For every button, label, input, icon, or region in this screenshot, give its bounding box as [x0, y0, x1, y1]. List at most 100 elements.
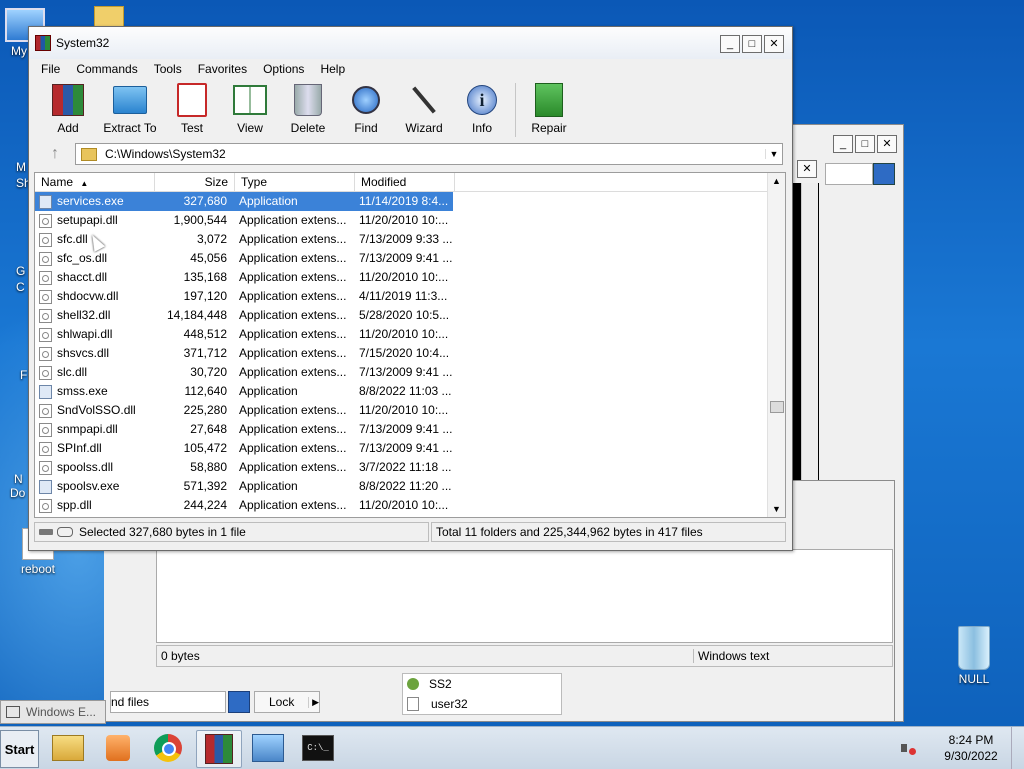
file-type: Application extens... — [239, 308, 347, 322]
file-row[interactable]: sfc.dll 3,072 Application extens... 7/13/20… — [35, 230, 785, 249]
file-modified: 3/7/2022 11:18 ... — [359, 460, 452, 474]
test-button[interactable]: Test — [163, 83, 221, 135]
find-button[interactable]: Find — [337, 83, 395, 135]
maximize-button[interactable]: □ — [855, 135, 875, 153]
desktop-icon-label: NULL — [958, 672, 990, 686]
minimize-button[interactable]: _ — [833, 135, 853, 153]
file-row[interactable]: sfc_os.dll 45,056 Application extens... 7/1… — [35, 249, 785, 268]
file-row[interactable]: services.exe 327,680 Application 11/14/2019… — [35, 192, 785, 211]
menu-commands[interactable]: Commands — [68, 60, 145, 78]
menu-tools[interactable]: Tools — [146, 60, 190, 78]
minimized-task-windows-explorer[interactable]: Windows E... — [0, 700, 106, 724]
view-button[interactable]: View — [221, 83, 279, 135]
file-name-cell: slc.dll — [35, 363, 153, 382]
desktop-icon-recycle-bin[interactable]: NULL — [939, 626, 1009, 686]
file-row[interactable]: shell32.dll 14,184,448 Application extens.… — [35, 306, 785, 325]
info-label: Info — [471, 121, 492, 135]
file-row[interactable]: SndVolSSO.dll 225,280 Application extens..… — [35, 401, 785, 420]
taskbar-app-media-player[interactable] — [96, 730, 140, 766]
dll-file-icon — [39, 498, 52, 513]
menu-favorites[interactable]: Favorites — [190, 60, 255, 78]
lock-button[interactable]: Lock ▶ — [254, 691, 320, 713]
file-row[interactable]: shdocvw.dll 197,120 Application extens... 4… — [35, 287, 785, 306]
folder-icon — [81, 147, 97, 161]
list-item[interactable]: SS2 — [403, 674, 561, 694]
repair-button[interactable]: Repair — [520, 83, 578, 135]
search-icon[interactable] — [228, 691, 250, 713]
vertical-scrollbar[interactable]: ▲ ▼ — [767, 173, 785, 517]
volume-muted-icon[interactable] — [901, 741, 917, 755]
file-row[interactable]: spp.dll 244,224 Application extens... 11/20… — [35, 496, 785, 515]
info-button[interactable]: i Info — [453, 83, 511, 135]
minimize-button[interactable]: _ — [720, 35, 740, 53]
maximize-button[interactable]: □ — [742, 35, 762, 53]
file-type: Application extens... — [239, 441, 347, 455]
taskbar: Start C:\_ 8:24 PM 9/30/2022 — [0, 726, 1024, 769]
file-size: 1,900,544 — [173, 213, 227, 227]
taskbar-app-winrar[interactable] — [196, 730, 242, 768]
taskbar-app-control-panel[interactable] — [246, 730, 290, 766]
file-name: spp.dll — [57, 498, 92, 512]
search-icon[interactable] — [873, 163, 895, 185]
taskbar-app-explorer[interactable] — [46, 730, 90, 766]
column-size-header[interactable]: Size — [155, 173, 235, 191]
chevron-down-icon[interactable]: ▼ — [765, 149, 782, 159]
close-button[interactable]: ✕ — [764, 35, 784, 53]
scroll-up-icon[interactable]: ▲ — [768, 173, 785, 189]
extract-to-button[interactable]: Extract To — [97, 83, 163, 135]
wizard-button[interactable]: Wizard — [395, 83, 453, 135]
file-modified: 7/13/2009 9:41 ... — [359, 422, 453, 436]
taskbar-app-chrome[interactable] — [146, 730, 190, 766]
scroll-down-icon[interactable]: ▼ — [768, 501, 785, 517]
test-icon — [175, 83, 209, 117]
taskbar-app-cmd[interactable]: C:\_ — [296, 730, 340, 766]
path-field[interactable]: C:\Windows\System32 ▼ — [75, 143, 783, 165]
desktop-partial-label: M — [16, 160, 26, 174]
show-desktop-button[interactable] — [1011, 727, 1024, 769]
winrar-window[interactable]: System32 _ □ ✕ File Commands Tools Favor… — [28, 26, 793, 551]
file-modified: 11/20/2010 10:... — [359, 270, 449, 284]
search-field[interactable]: nd files — [110, 691, 226, 713]
close-button[interactable]: ✕ — [877, 135, 897, 153]
add-button[interactable]: Add — [39, 83, 97, 135]
scroll-thumb[interactable] — [770, 401, 784, 413]
file-row[interactable]: smss.exe 112,640 Application 8/8/2022 11:03… — [35, 382, 785, 401]
file-modified: 11/20/2010 10:... — [359, 213, 449, 227]
file-row[interactable]: slc.dll 30,720 Application extens... 7/13/2… — [35, 363, 785, 382]
menu-options[interactable]: Options — [255, 60, 312, 78]
clock-date: 9/30/2022 — [944, 749, 998, 763]
close-icon[interactable]: ✕ — [797, 160, 817, 178]
file-modified: 7/13/2009 9:41 ... — [359, 251, 453, 265]
column-type-header[interactable]: Type — [235, 173, 355, 191]
key-icon — [57, 527, 73, 537]
start-button[interactable]: Start — [0, 730, 39, 768]
file-row[interactable]: SPInf.dll 105,472 Application extens... 7/1… — [35, 439, 785, 458]
file-name: shsvcs.dll — [57, 346, 110, 360]
file-size: 327,680 — [153, 192, 233, 211]
delete-button[interactable]: Delete — [279, 83, 337, 135]
status-selection-text: Selected 327,680 bytes in 1 file — [79, 525, 246, 539]
wizard-label: Wizard — [405, 121, 443, 135]
up-arrow-icon[interactable]: ↑ — [35, 145, 75, 163]
file-row[interactable]: spoolsv.exe 571,392 Application 8/8/2022 11… — [35, 477, 785, 496]
file-name-cell: shlwapi.dll — [35, 325, 153, 344]
search-box[interactable] — [825, 163, 873, 185]
file-row[interactable]: spoolss.dll 58,880 Application extens... 3/… — [35, 458, 785, 477]
column-name-header[interactable]: Name ▲ — [35, 173, 155, 191]
file-row[interactable]: shsvcs.dll 371,712 Application extens... 7/… — [35, 344, 785, 363]
list-item[interactable]: user32 — [403, 694, 561, 714]
menu-help[interactable]: Help — [312, 60, 353, 78]
file-row[interactable]: snmpapi.dll 27,648 Application extens... 7/… — [35, 420, 785, 439]
add-archive-icon — [51, 83, 85, 117]
menu-file[interactable]: File — [33, 60, 68, 78]
file-name-cell: spp.dll — [35, 496, 153, 515]
file-row[interactable]: shlwapi.dll 448,512 Application extens... 1… — [35, 325, 785, 344]
file-name-cell: spoolsv.exe — [35, 477, 153, 496]
clock[interactable]: 8:24 PM 9/30/2022 — [931, 732, 1011, 764]
title-bar[interactable]: System32 _ □ ✕ — [29, 27, 792, 59]
column-modified-header[interactable]: Modified — [355, 173, 455, 191]
scrollbar[interactable] — [801, 183, 818, 483]
file-row[interactable]: setupapi.dll 1,900,544 Application extens.… — [35, 211, 785, 230]
file-type: Application extens... — [239, 422, 347, 436]
file-row[interactable]: shacct.dll 135,168 Application extens... 11… — [35, 268, 785, 287]
